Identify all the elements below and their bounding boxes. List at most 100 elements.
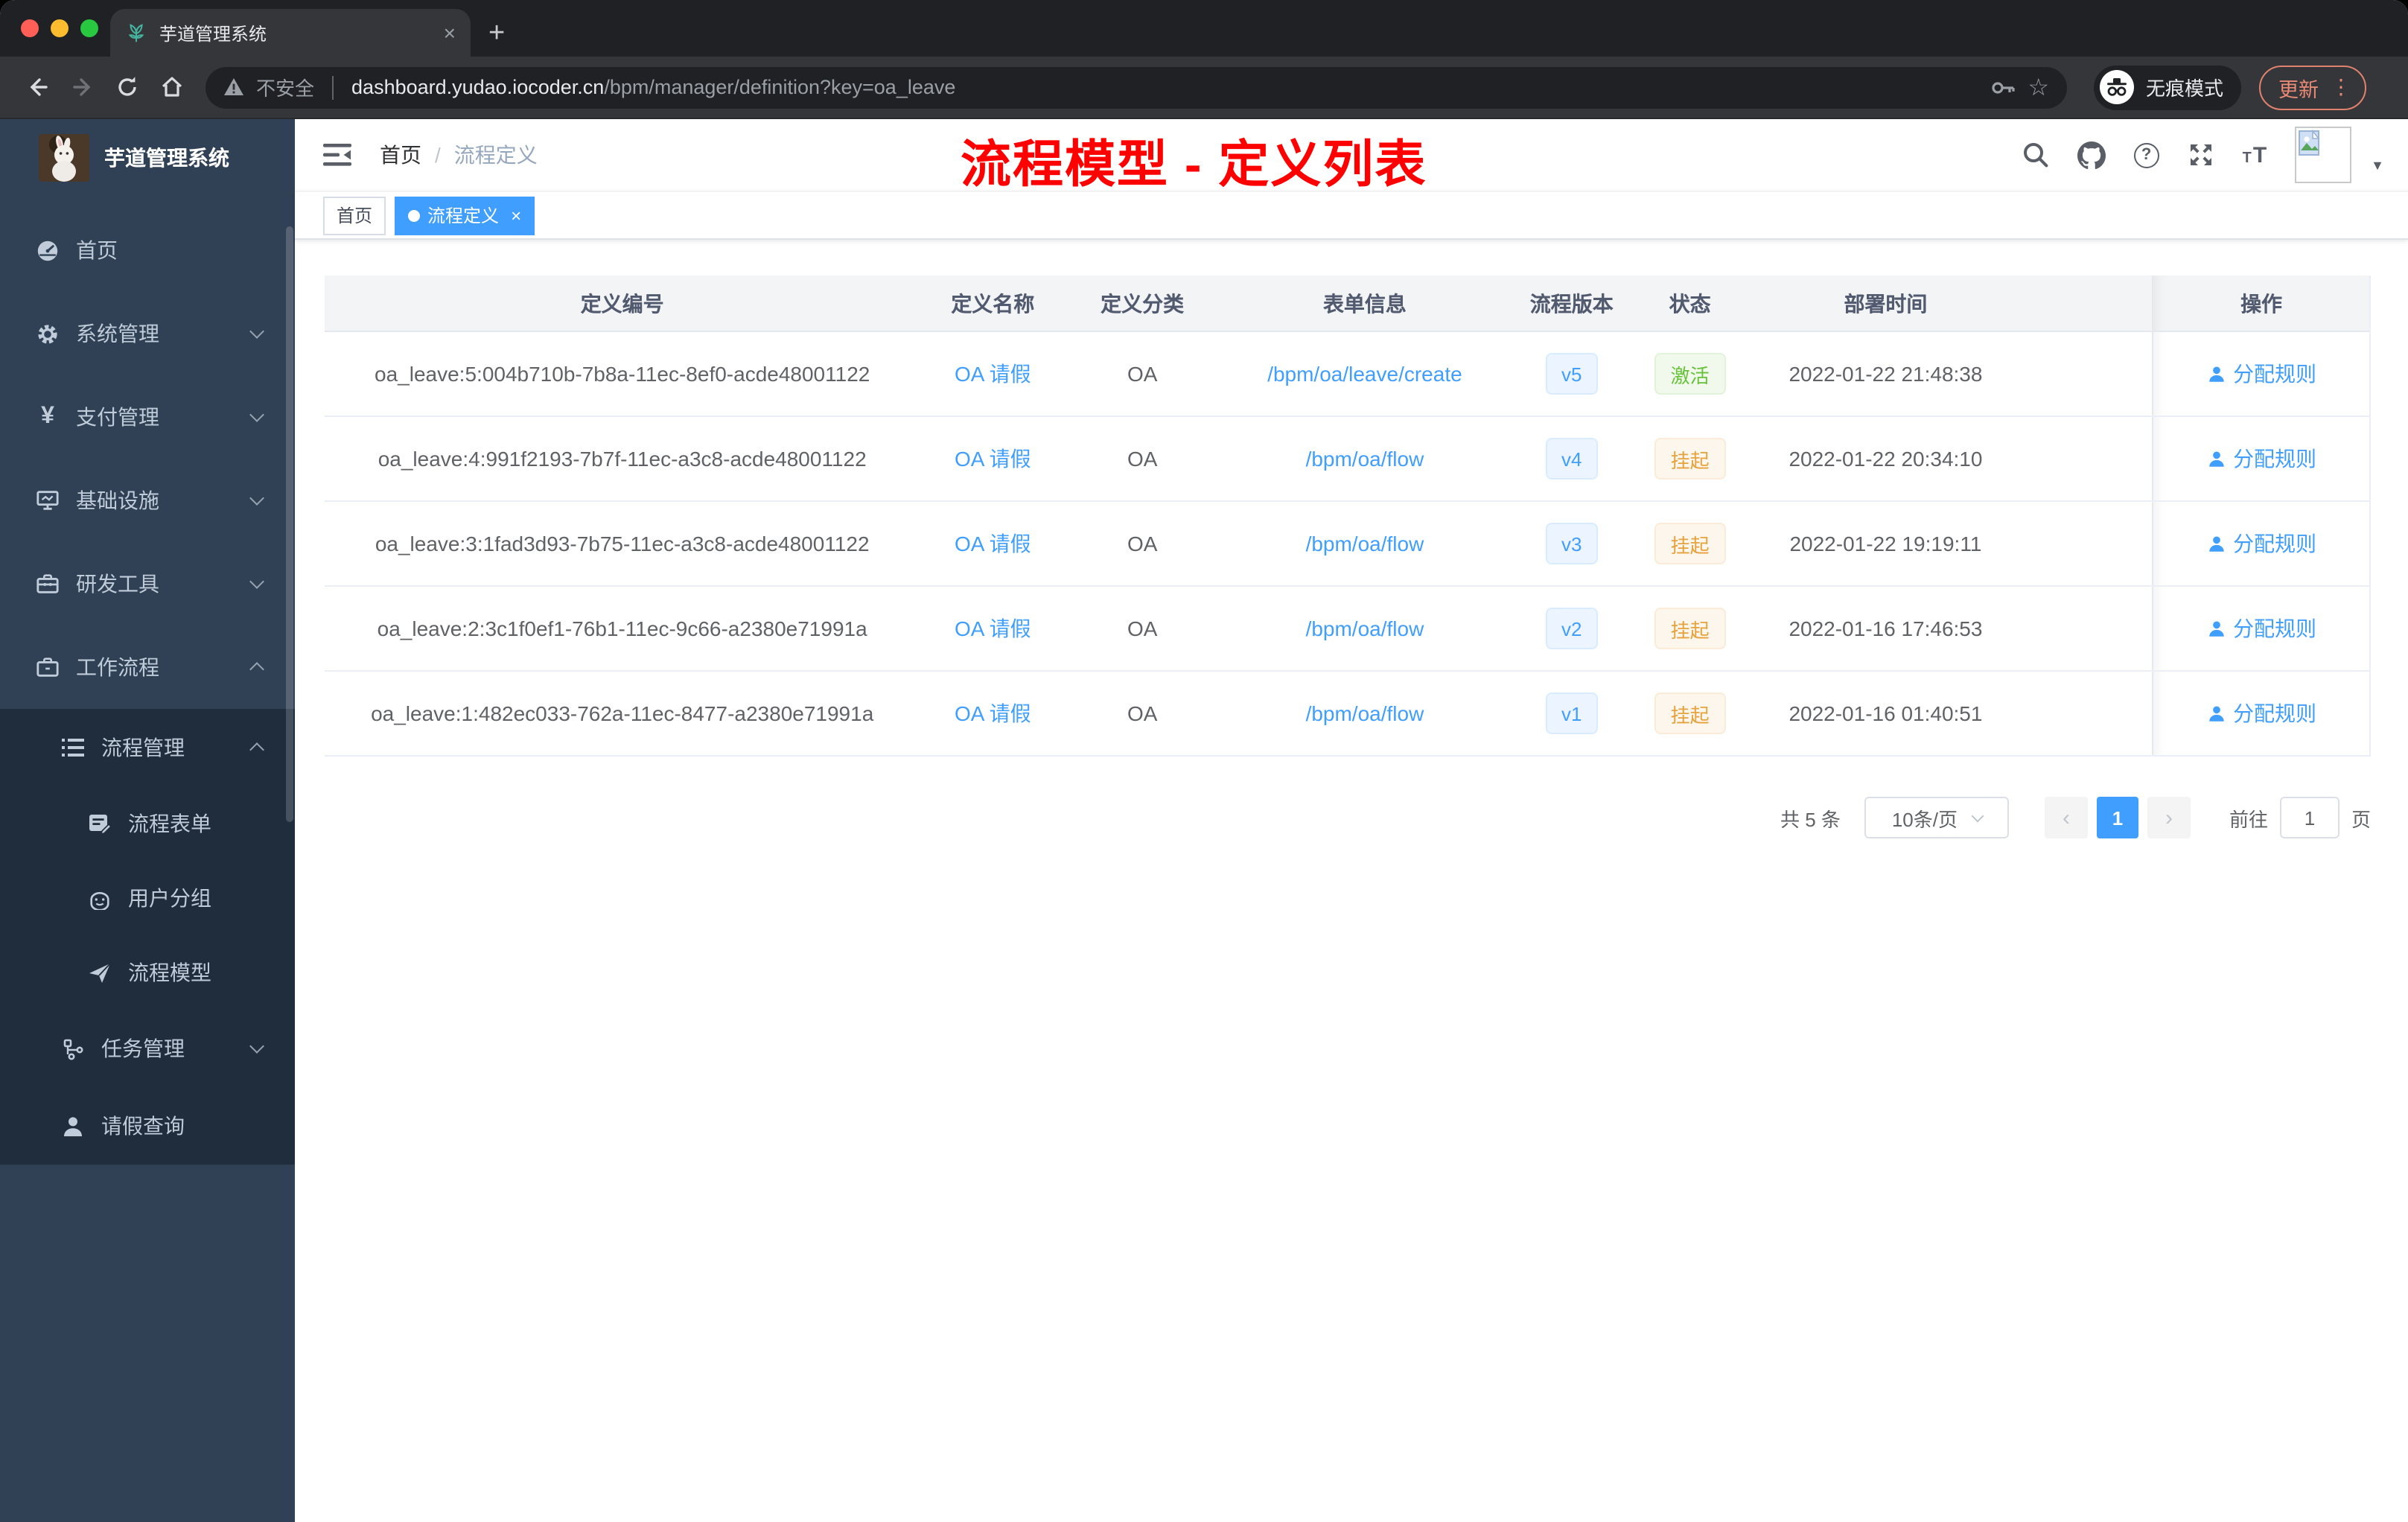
workflow-submenu: 流程管理 流程表单 用户分组 流程模型 任务管理 请假查询 xyxy=(0,709,295,1165)
assign-rule-link[interactable]: 分配规则 xyxy=(2206,444,2316,474)
tab-close-icon[interactable]: × xyxy=(444,21,456,45)
password-key-icon[interactable] xyxy=(1990,78,2016,96)
version-badge[interactable]: v3 xyxy=(1545,523,1599,564)
browser-menu-dots-icon[interactable]: ⋮ xyxy=(2331,74,2351,100)
forward-icon[interactable] xyxy=(60,65,104,109)
tab-title: 芋道管理系统 xyxy=(159,23,267,44)
sidebar-fold-icon[interactable] xyxy=(323,143,353,167)
url-divider xyxy=(332,75,334,99)
tag-close-icon[interactable]: × xyxy=(511,205,521,226)
github-icon[interactable] xyxy=(2077,141,2106,169)
version-badge[interactable]: v1 xyxy=(1545,692,1599,734)
column-header: 定义编号 xyxy=(580,291,664,315)
definition-category: OA xyxy=(1127,447,1158,471)
browser-tab[interactable]: 芋道管理系统 × xyxy=(110,9,471,57)
window-zoom-button[interactable] xyxy=(80,19,98,37)
form-link[interactable]: /bpm/oa/flow xyxy=(1306,701,1424,725)
assign-rule-link[interactable]: 分配规则 xyxy=(2206,614,2316,643)
definition-name-link[interactable]: OA 请假 xyxy=(955,698,1031,728)
cell-filler xyxy=(2024,587,2152,670)
user-icon xyxy=(2208,366,2223,381)
sidebar-item-infra[interactable]: 基础设施 xyxy=(0,459,295,542)
window-close-button[interactable] xyxy=(21,19,39,37)
font-size-icon[interactable]: TT xyxy=(2243,144,2267,166)
sidebar-item-process-model[interactable]: 流程模型 xyxy=(0,935,295,1010)
sidebar-logo-row[interactable]: 芋道管理系统 xyxy=(0,119,295,197)
sidebar-item-task-mgmt[interactable]: 任务管理 xyxy=(0,1010,295,1087)
form-link[interactable]: /bpm/oa/flow xyxy=(1306,447,1424,471)
chevron-up-icon xyxy=(249,742,264,757)
security-warning-icon[interactable] xyxy=(223,77,244,97)
goto-label: 前往 xyxy=(2229,808,2268,830)
definition-name-link[interactable]: OA 请假 xyxy=(955,359,1031,389)
form-link[interactable]: /bpm/oa/flow xyxy=(1306,532,1424,555)
column-header: 定义名称 xyxy=(951,291,1035,315)
definition-name-link[interactable]: OA 请假 xyxy=(955,614,1031,643)
help-icon[interactable]: ? xyxy=(2133,142,2159,168)
table-row: oa_leave:2:3c1f0ef1-76b1-11ec-9c66-a2380… xyxy=(325,587,2369,672)
sidebar-item-devtools[interactable]: 研发工具 xyxy=(0,542,295,625)
version-badge[interactable]: v4 xyxy=(1545,438,1599,480)
definition-id: oa_leave:5:004b710b-7b8a-11ec-8ef0-acde4… xyxy=(375,362,870,386)
sidebar-item-process-form[interactable]: 流程表单 xyxy=(0,786,295,861)
sidebar-item-process-mgmt[interactable]: 流程管理 xyxy=(0,709,295,786)
sidebar-item-system[interactable]: 系统管理 xyxy=(0,292,295,375)
page-size-select[interactable]: 10条/页 xyxy=(1864,797,2009,838)
url-bar[interactable]: 不安全 dashboard.yudao.iocoder.cn/bpm/manag… xyxy=(206,66,2067,108)
app-header: 首页 / 流程定义 流程模型 - 定义列表 ? TT ▼ xyxy=(295,119,2408,194)
chrome-update-button[interactable]: 更新 ⋮ xyxy=(2259,65,2367,109)
home-icon[interactable] xyxy=(149,65,194,109)
sidebar-item-workflow[interactable]: 工作流程 xyxy=(0,625,295,709)
goto-page-input[interactable] xyxy=(2279,797,2339,838)
monitor-icon xyxy=(36,488,60,512)
version-badge[interactable]: v5 xyxy=(1545,353,1599,395)
sidebar-item-payment[interactable]: ¥ 支付管理 xyxy=(0,375,295,459)
form-link[interactable]: /bpm/oa/flow xyxy=(1306,617,1424,640)
breadcrumb-current: 流程定义 xyxy=(453,143,538,167)
back-icon[interactable] xyxy=(15,65,60,109)
user-icon xyxy=(2208,705,2223,721)
chevron-down-icon xyxy=(249,574,264,589)
form-link[interactable]: /bpm/oa/leave/create xyxy=(1267,362,1462,386)
window-controls xyxy=(21,19,98,37)
fullscreen-icon[interactable] xyxy=(2188,141,2214,168)
assign-rule-link[interactable]: 分配规则 xyxy=(2206,529,2316,558)
avatar[interactable] xyxy=(2295,127,2352,183)
version-badge[interactable]: v2 xyxy=(1545,608,1599,649)
tag-active-dot xyxy=(408,209,421,221)
assign-rule-link[interactable]: 分配规则 xyxy=(2206,698,2316,728)
site-favicon-icon xyxy=(125,22,147,44)
breadcrumb-home[interactable]: 首页 xyxy=(380,140,421,170)
update-label: 更新 xyxy=(2278,78,2319,101)
tag-home[interactable]: 首页 xyxy=(323,196,386,235)
column-header: 流程版本 xyxy=(1529,291,1614,315)
reload-icon[interactable] xyxy=(104,65,149,109)
tree-icon xyxy=(61,1037,85,1060)
assign-rule-link[interactable]: 分配规则 xyxy=(2206,359,2316,389)
avatar-caret-icon[interactable]: ▼ xyxy=(2371,158,2384,173)
definition-name-link[interactable]: OA 请假 xyxy=(955,444,1031,474)
bookmark-star-icon[interactable]: ☆ xyxy=(2028,72,2049,102)
sidebar-item-leave-query[interactable]: 请假查询 xyxy=(0,1087,295,1165)
page-annotation: 流程模型 - 定义列表 xyxy=(961,137,1427,194)
sidebar-scrollbar[interactable] xyxy=(286,226,293,822)
pagination-total: 共 5 条 xyxy=(1780,808,1841,830)
url-text[interactable]: dashboard.yudao.iocoder.cn/bpm/manager/d… xyxy=(351,76,1978,98)
new-tab-button[interactable]: + xyxy=(488,19,505,48)
search-icon[interactable] xyxy=(2022,141,2049,168)
incognito-icon xyxy=(2100,70,2134,104)
tag-process-definition[interactable]: 流程定义 × xyxy=(395,196,535,235)
breadcrumb-separator: / xyxy=(435,143,441,167)
page-number-current[interactable]: 1 xyxy=(2096,797,2138,838)
sidebar-item-home[interactable]: 首页 xyxy=(0,208,295,292)
sidebar-item-user-group[interactable]: 用户分组 xyxy=(0,861,295,935)
prev-page-button[interactable]: ‹ xyxy=(2044,797,2088,838)
app-window: 芋道管理系统 首页 系统管理 ¥ 支付管理 基础设施 研发工具 工作流程 流程管… xyxy=(0,119,2408,1522)
yen-icon: ¥ xyxy=(41,404,54,429)
sidebar-menu: 首页 系统管理 ¥ 支付管理 基础设施 研发工具 工作流程 流程管理 流程表单 … xyxy=(0,197,295,1165)
definition-name-link[interactable]: OA 请假 xyxy=(955,529,1031,558)
dashboard-icon xyxy=(36,238,60,262)
sidebar-item-label: 流程模型 xyxy=(128,961,211,984)
window-minimize-button[interactable] xyxy=(51,19,69,37)
next-page-button[interactable]: › xyxy=(2147,797,2191,838)
